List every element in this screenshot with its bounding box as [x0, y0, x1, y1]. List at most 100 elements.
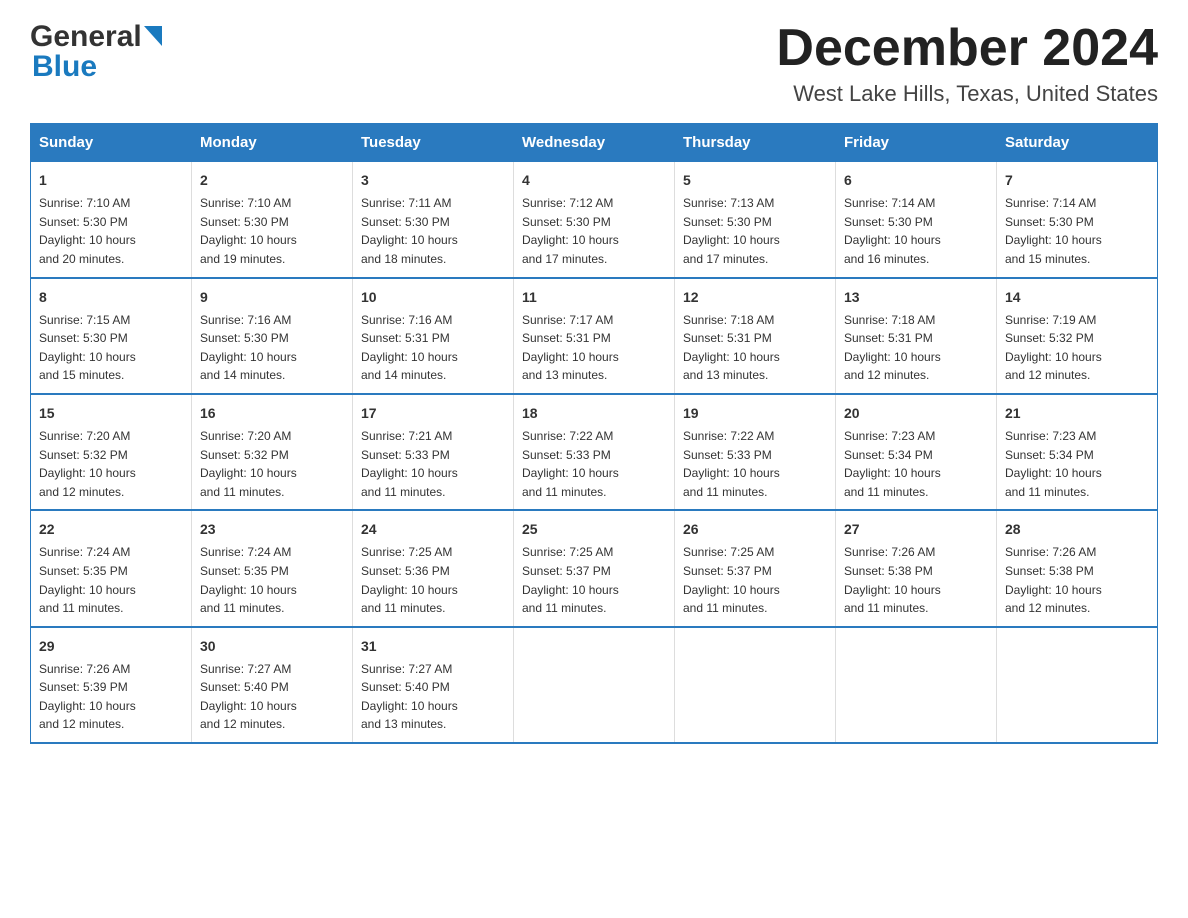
day-number: 14: [1005, 287, 1149, 308]
day-number: 3: [361, 170, 505, 191]
title-section: December 2024 West Lake Hills, Texas, Un…: [776, 20, 1158, 107]
day-number: 21: [1005, 403, 1149, 424]
location-subtitle: West Lake Hills, Texas, United States: [776, 81, 1158, 107]
day-number: 1: [39, 170, 183, 191]
calendar-cell: 25 Sunrise: 7:25 AMSunset: 5:37 PMDayligh…: [514, 510, 675, 626]
calendar-cell: 24Sunrise: 7:25 AMSunset: 5:36 PMDayligh…: [353, 510, 514, 626]
day-number: 4: [522, 170, 666, 191]
calendar-cell: 19 Sunrise: 7:22 AMSunset: 5:33 PMDayligh…: [675, 394, 836, 510]
day-info: Sunrise: 7:26 AMSunset: 5:39 PMDaylight:…: [39, 660, 183, 734]
day-number: 26: [683, 519, 827, 540]
day-info: Sunrise: 7:20 AMSunset: 5:32 PMDaylight:…: [200, 427, 344, 501]
calendar-cell: 8Sunrise: 7:15 AMSunset: 5:30 PMDaylight…: [31, 278, 192, 394]
calendar-cell: 29 Sunrise: 7:26 AMSunset: 5:39 PMDayligh…: [31, 627, 192, 743]
day-info: Sunrise: 7:27 AMSunset: 5:40 PMDaylight:…: [361, 660, 505, 734]
logo-general: General: [30, 20, 142, 54]
header-wednesday: Wednesday: [514, 124, 675, 162]
day-number: 28: [1005, 519, 1149, 540]
calendar-cell: 20Sunrise: 7:23 AMSunset: 5:34 PMDayligh…: [836, 394, 997, 510]
header-monday: Monday: [192, 124, 353, 162]
calendar-cell: 3 Sunrise: 7:11 AMSunset: 5:30 PMDaylight…: [353, 162, 514, 278]
header-thursday: Thursday: [675, 124, 836, 162]
calendar-week-5: 29 Sunrise: 7:26 AMSunset: 5:39 PMDayligh…: [31, 627, 1158, 743]
day-number: 6: [844, 170, 988, 191]
day-number: 23: [200, 519, 344, 540]
day-number: 2: [200, 170, 344, 191]
month-title: December 2024: [776, 20, 1158, 77]
day-info: Sunrise: 7:17 AMSunset: 5:31 PMDaylight:…: [522, 311, 666, 385]
day-number: 25: [522, 519, 666, 540]
day-number: 11: [522, 287, 666, 308]
calendar-table: SundayMondayTuesdayWednesdayThursdayFrid…: [30, 123, 1158, 744]
day-info: Sunrise: 7:21 AMSunset: 5:33 PMDaylight:…: [361, 427, 505, 501]
calendar-cell: [997, 627, 1158, 743]
day-info: Sunrise: 7:23 AMSunset: 5:34 PMDaylight:…: [1005, 427, 1149, 501]
calendar-cell: 12 Sunrise: 7:18 AMSunset: 5:31 PMDayligh…: [675, 278, 836, 394]
day-number: 8: [39, 287, 183, 308]
day-info: Sunrise: 7:13 AMSunset: 5:30 PMDaylight:…: [683, 194, 827, 268]
day-number: 10: [361, 287, 505, 308]
day-info: Sunrise: 7:14 AMSunset: 5:30 PMDaylight:…: [844, 194, 988, 268]
calendar-cell: 18Sunrise: 7:22 AMSunset: 5:33 PMDayligh…: [514, 394, 675, 510]
day-number: 9: [200, 287, 344, 308]
calendar-week-2: 8Sunrise: 7:15 AMSunset: 5:30 PMDaylight…: [31, 278, 1158, 394]
day-number: 22: [39, 519, 183, 540]
day-info: Sunrise: 7:10 AMSunset: 5:30 PMDaylight:…: [39, 194, 183, 268]
day-info: Sunrise: 7:10 AMSunset: 5:30 PMDaylight:…: [200, 194, 344, 268]
calendar-week-4: 22 Sunrise: 7:24 AMSunset: 5:35 PMDayligh…: [31, 510, 1158, 626]
day-info: Sunrise: 7:11 AMSunset: 5:30 PMDaylight:…: [361, 194, 505, 268]
logo-blue: Blue: [32, 50, 97, 83]
day-info: Sunrise: 7:22 AMSunset: 5:33 PMDaylight:…: [683, 427, 827, 501]
calendar-cell: 16Sunrise: 7:20 AMSunset: 5:32 PMDayligh…: [192, 394, 353, 510]
day-number: 7: [1005, 170, 1149, 191]
day-info: Sunrise: 7:24 AMSunset: 5:35 PMDaylight:…: [39, 543, 183, 617]
calendar-week-1: 1 Sunrise: 7:10 AMSunset: 5:30 PMDaylight…: [31, 162, 1158, 278]
calendar-cell: 9 Sunrise: 7:16 AMSunset: 5:30 PMDaylight…: [192, 278, 353, 394]
day-number: 5: [683, 170, 827, 191]
day-info: Sunrise: 7:25 AMSunset: 5:37 PMDaylight:…: [683, 543, 827, 617]
calendar-cell: 6 Sunrise: 7:14 AMSunset: 5:30 PMDaylight…: [836, 162, 997, 278]
header-sunday: Sunday: [31, 124, 192, 162]
day-info: Sunrise: 7:16 AMSunset: 5:31 PMDaylight:…: [361, 311, 505, 385]
header-friday: Friday: [836, 124, 997, 162]
calendar-cell: 17 Sunrise: 7:21 AMSunset: 5:33 PMDayligh…: [353, 394, 514, 510]
calendar-cell: 26 Sunrise: 7:25 AMSunset: 5:37 PMDayligh…: [675, 510, 836, 626]
calendar-cell: 4 Sunrise: 7:12 AMSunset: 5:30 PMDaylight…: [514, 162, 675, 278]
calendar-cell: 23 Sunrise: 7:24 AMSunset: 5:35 PMDayligh…: [192, 510, 353, 626]
calendar-cell: 14 Sunrise: 7:19 AMSunset: 5:32 PMDayligh…: [997, 278, 1158, 394]
day-number: 19: [683, 403, 827, 424]
calendar-cell: [836, 627, 997, 743]
day-info: Sunrise: 7:18 AMSunset: 5:31 PMDaylight:…: [683, 311, 827, 385]
day-info: Sunrise: 7:20 AMSunset: 5:32 PMDaylight:…: [39, 427, 183, 501]
day-info: Sunrise: 7:12 AMSunset: 5:30 PMDaylight:…: [522, 194, 666, 268]
day-number: 24: [361, 519, 505, 540]
calendar-cell: 5 Sunrise: 7:13 AMSunset: 5:30 PMDaylight…: [675, 162, 836, 278]
calendar-cell: 30 Sunrise: 7:27 AMSunset: 5:40 PMDayligh…: [192, 627, 353, 743]
day-number: 15: [39, 403, 183, 424]
day-number: 29: [39, 636, 183, 657]
calendar-cell: 31 Sunrise: 7:27 AMSunset: 5:40 PMDayligh…: [353, 627, 514, 743]
day-number: 31: [361, 636, 505, 657]
logo: General Blue: [30, 20, 162, 84]
calendar-cell: 2 Sunrise: 7:10 AMSunset: 5:30 PMDaylight…: [192, 162, 353, 278]
calendar-cell: 7 Sunrise: 7:14 AMSunset: 5:30 PMDaylight…: [997, 162, 1158, 278]
day-info: Sunrise: 7:19 AMSunset: 5:32 PMDaylight:…: [1005, 311, 1149, 385]
day-number: 12: [683, 287, 827, 308]
calendar-cell: 22 Sunrise: 7:24 AMSunset: 5:35 PMDayligh…: [31, 510, 192, 626]
day-info: Sunrise: 7:14 AMSunset: 5:30 PMDaylight:…: [1005, 194, 1149, 268]
day-number: 30: [200, 636, 344, 657]
day-number: 27: [844, 519, 988, 540]
day-info: Sunrise: 7:23 AMSunset: 5:34 PMDaylight:…: [844, 427, 988, 501]
day-info: Sunrise: 7:27 AMSunset: 5:40 PMDaylight:…: [200, 660, 344, 734]
day-info: Sunrise: 7:25 AMSunset: 5:37 PMDaylight:…: [522, 543, 666, 617]
header-tuesday: Tuesday: [353, 124, 514, 162]
day-info: Sunrise: 7:24 AMSunset: 5:35 PMDaylight:…: [200, 543, 344, 617]
calendar-cell: 28 Sunrise: 7:26 AMSunset: 5:38 PMDayligh…: [997, 510, 1158, 626]
day-info: Sunrise: 7:16 AMSunset: 5:30 PMDaylight:…: [200, 311, 344, 385]
day-info: Sunrise: 7:26 AMSunset: 5:38 PMDaylight:…: [1005, 543, 1149, 617]
day-number: 17: [361, 403, 505, 424]
calendar-cell: 13Sunrise: 7:18 AMSunset: 5:31 PMDayligh…: [836, 278, 997, 394]
day-number: 18: [522, 403, 666, 424]
calendar-cell: [675, 627, 836, 743]
calendar-cell: 27Sunrise: 7:26 AMSunset: 5:38 PMDayligh…: [836, 510, 997, 626]
